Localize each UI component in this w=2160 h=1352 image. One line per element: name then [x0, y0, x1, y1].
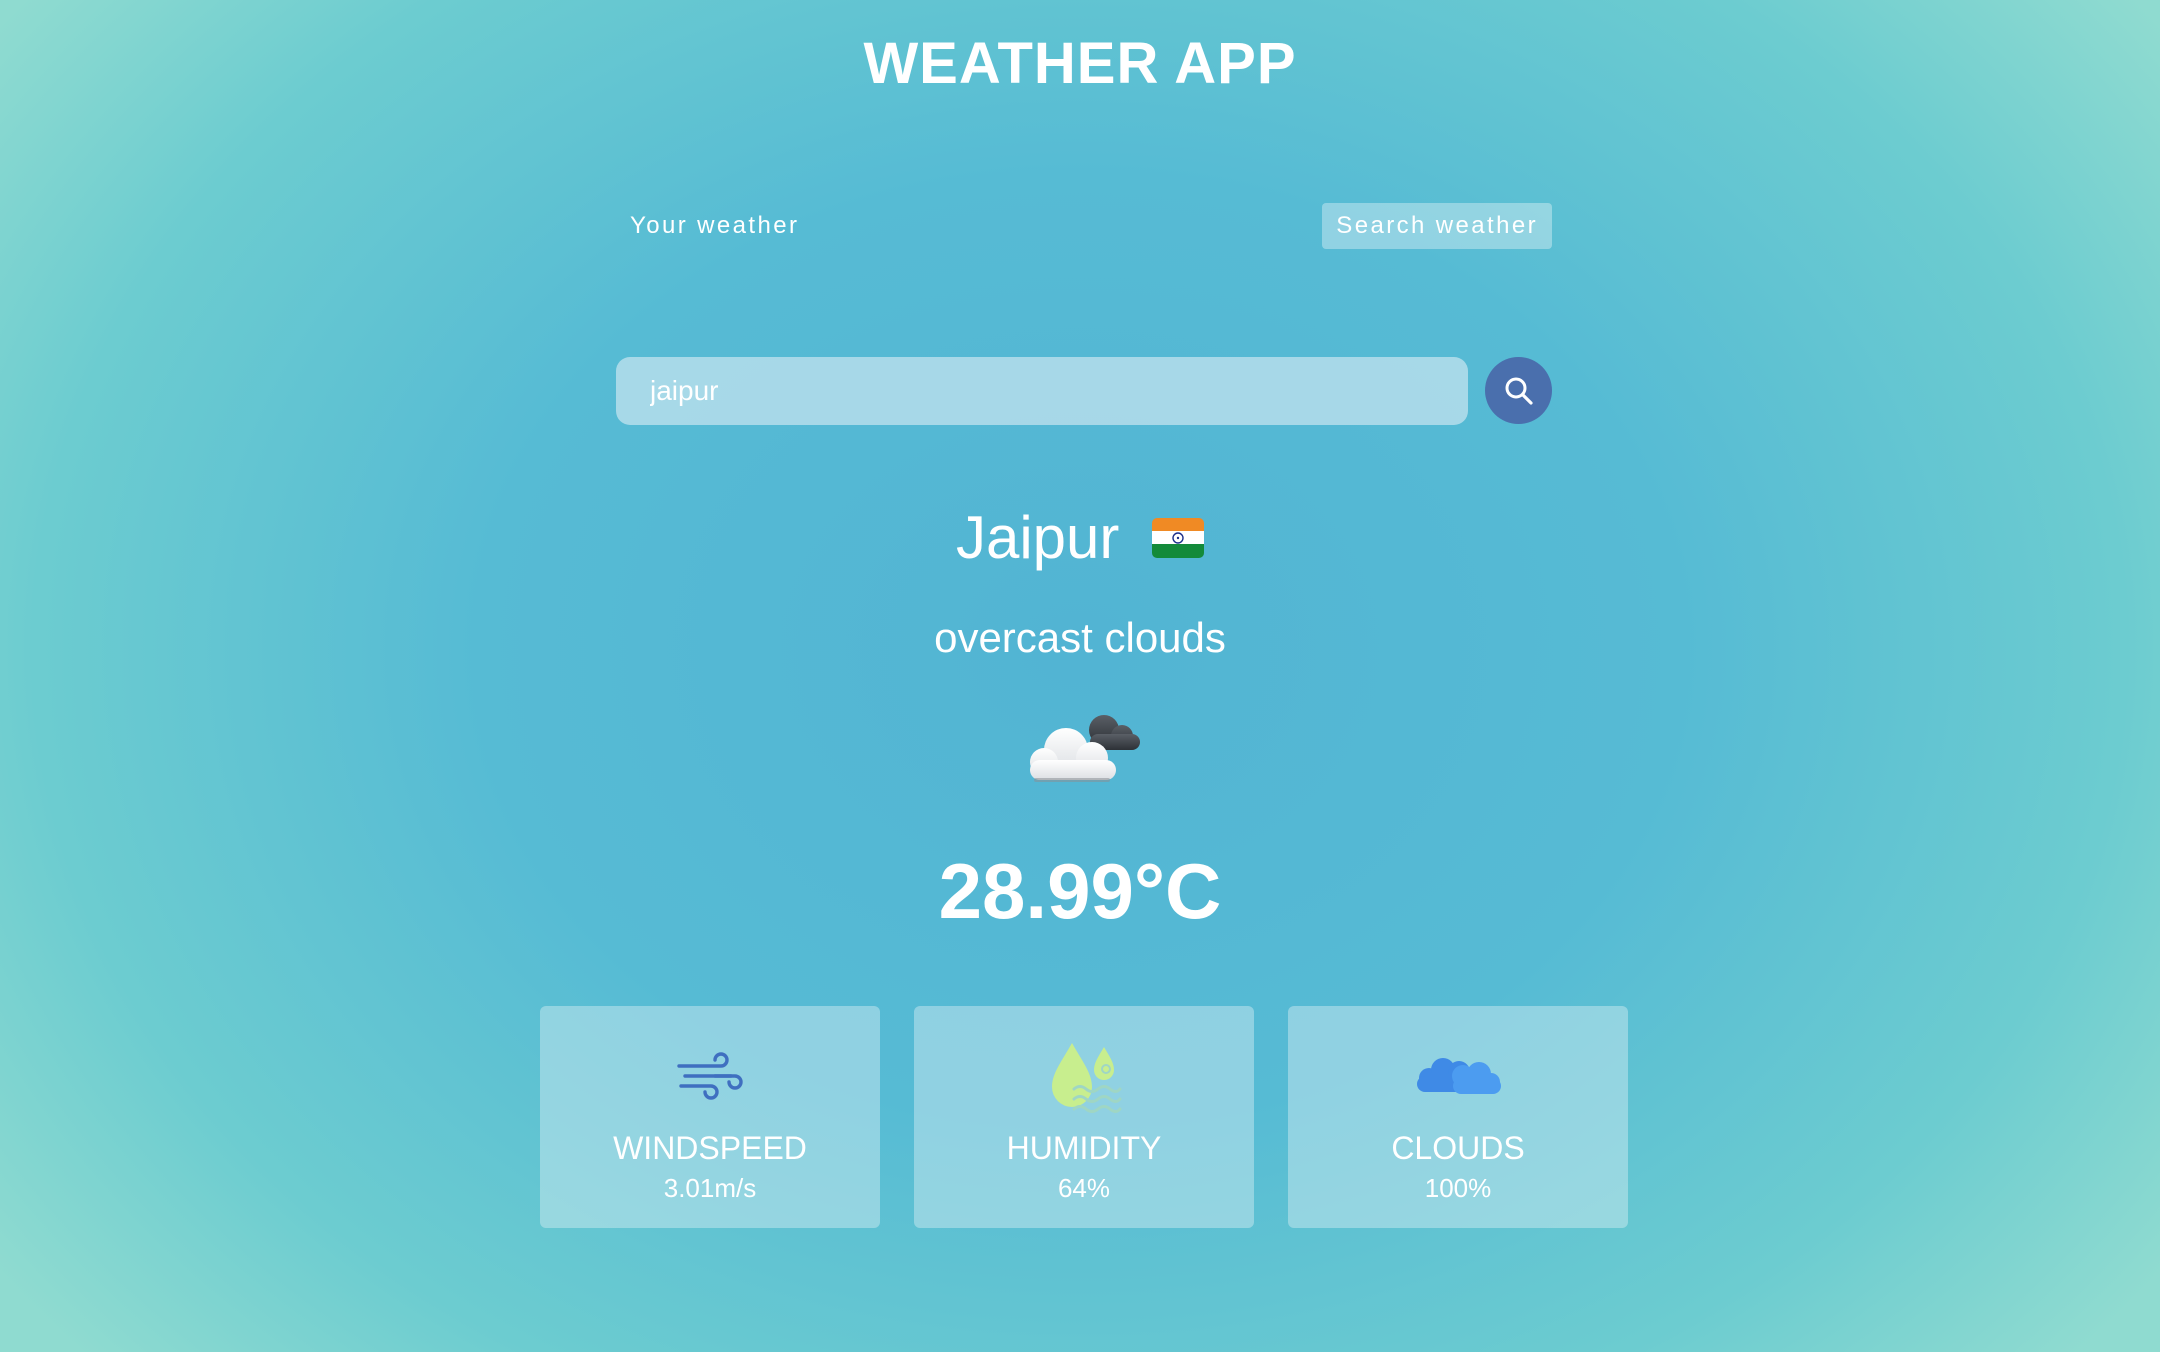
windspeed-card: WINDSPEED 3.01m/s — [540, 1006, 880, 1228]
tab-your-weather[interactable]: Your weather — [616, 203, 813, 249]
wind-icon — [677, 1052, 743, 1100]
humidity-icon — [1052, 1043, 1122, 1113]
weather-description: overcast clouds — [934, 614, 1226, 661]
windspeed-value: 3.01m/s — [663, 1173, 757, 1203]
india-flag-icon — [1152, 518, 1205, 559]
search-box — [616, 357, 1468, 425]
humidity-label: HUMIDITY — [1006, 1130, 1162, 1166]
windspeed-label: WINDSPEED — [613, 1130, 807, 1166]
cloud-icon — [1417, 1058, 1501, 1094]
search-icon — [1505, 377, 1533, 405]
search-input[interactable] — [650, 375, 1434, 407]
temperature: 28.99°C — [938, 847, 1222, 935]
overcast-clouds-icon — [1030, 715, 1140, 782]
city-heading: Jaipur — [0, 502, 2160, 574]
clouds-value: 100% — [1424, 1173, 1492, 1203]
clouds-label: CLOUDS — [1391, 1130, 1525, 1166]
search-button[interactable] — [1485, 357, 1552, 424]
humidity-card: HUMIDITY 64% — [914, 1006, 1254, 1228]
app-title: WEATHER APP — [863, 31, 1297, 96]
city-name: Jaipur — [955, 504, 1120, 571]
clouds-card: CLOUDS 100% — [1288, 1006, 1628, 1228]
tab-bar: Your weather Search weather — [616, 203, 1552, 249]
humidity-value: 64% — [1057, 1173, 1111, 1203]
tab-search-weather[interactable]: Search weather — [1322, 203, 1552, 249]
